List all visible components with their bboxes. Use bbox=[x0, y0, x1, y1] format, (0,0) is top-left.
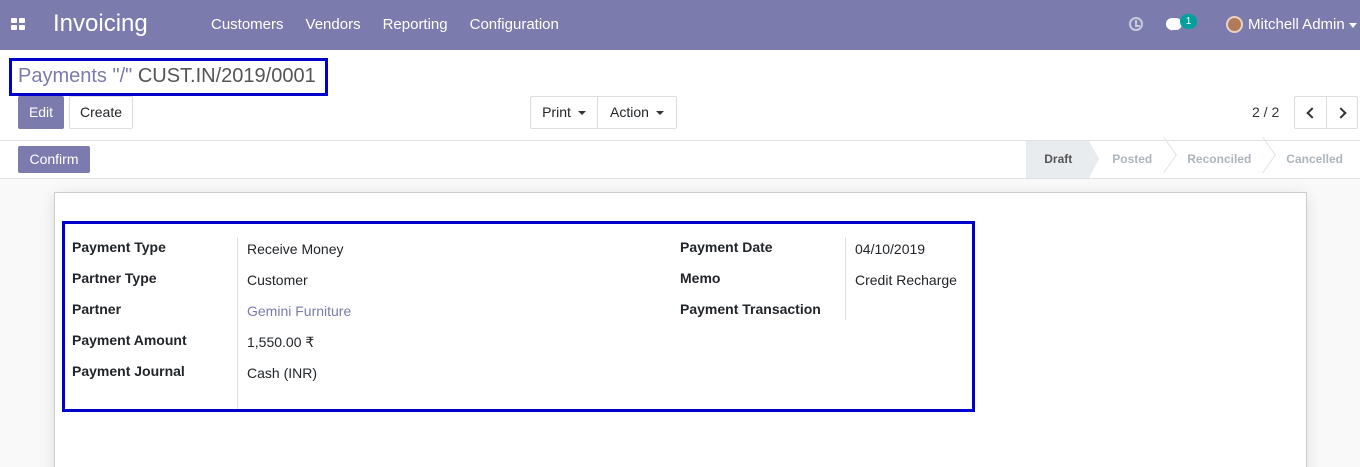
app-title: Invoicing bbox=[53, 10, 148, 37]
action-caret-icon bbox=[655, 111, 664, 116]
action-label: Action bbox=[610, 104, 649, 120]
pager-next-button[interactable] bbox=[1326, 96, 1358, 129]
pager-previous-button[interactable] bbox=[1294, 96, 1327, 129]
messages-count-badge: 1 bbox=[1180, 14, 1197, 29]
title-highlight-box bbox=[9, 58, 328, 96]
user-menu-caret-icon[interactable] bbox=[1349, 23, 1357, 28]
menu-configuration[interactable]: Configuration bbox=[459, 0, 570, 50]
print-caret-icon bbox=[577, 111, 586, 116]
menu-reporting[interactable]: Reporting bbox=[372, 0, 459, 50]
edit-button[interactable]: Edit bbox=[18, 96, 64, 129]
main-menu: Customers Vendors Reporting Configuratio… bbox=[200, 0, 570, 50]
pager-value[interactable]: 2 / 2 bbox=[1252, 96, 1279, 129]
menu-customers[interactable]: Customers bbox=[200, 0, 295, 50]
print-dropdown-button[interactable]: Print bbox=[530, 96, 598, 129]
chevron-left-icon bbox=[1306, 107, 1318, 119]
form-statusbar: Confirm Draft Posted Reconciled Cancelle… bbox=[0, 136, 1360, 179]
chevron-right-icon bbox=[1334, 107, 1347, 119]
top-navbar: Invoicing Customers Vendors Reporting Co… bbox=[0, 0, 1360, 50]
menu-vendors[interactable]: Vendors bbox=[295, 0, 372, 50]
status-stages: Draft Posted Reconciled Cancelled bbox=[1026, 136, 1360, 178]
stage-cancelled[interactable]: Cancelled bbox=[1268, 141, 1360, 178]
stage-draft[interactable]: Draft bbox=[1026, 141, 1100, 178]
stage-reconciled[interactable]: Reconciled bbox=[1169, 136, 1277, 178]
stage-posted[interactable]: Posted bbox=[1089, 136, 1178, 178]
apps-menu-icon[interactable] bbox=[11, 18, 25, 30]
activity-clock-icon[interactable] bbox=[1129, 17, 1143, 31]
action-dropdown-button[interactable]: Action bbox=[597, 96, 677, 129]
confirm-button[interactable]: Confirm bbox=[18, 146, 90, 173]
fields-highlight-box bbox=[62, 221, 975, 412]
print-label: Print bbox=[542, 104, 571, 120]
user-avatar[interactable] bbox=[1226, 16, 1243, 33]
create-button[interactable]: Create bbox=[69, 96, 133, 129]
user-menu-name[interactable]: Mitchell Admin bbox=[1248, 0, 1345, 50]
